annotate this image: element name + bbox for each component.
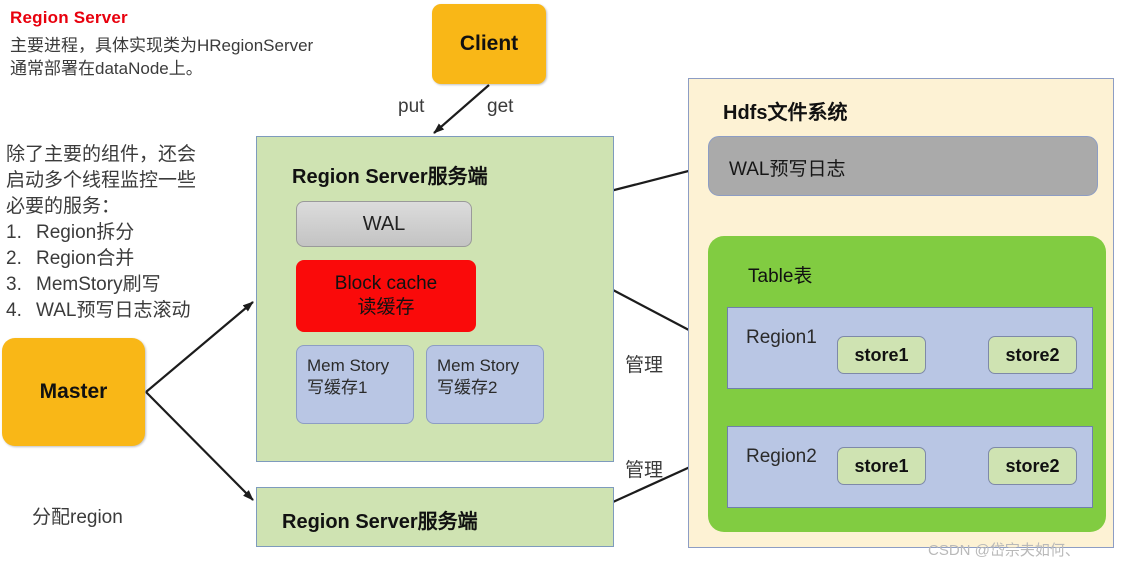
wal-node[interactable]: WAL <box>296 201 472 247</box>
services-list: 1. Region拆分 2. Region合并 3. MemStory刷写 4. WAL… <box>6 220 190 324</box>
region-label-2: Region2 <box>746 446 817 467</box>
hdfs-wal-log-label: WAL预写日志 <box>729 159 846 180</box>
edge-label-manage-2: 管理 <box>625 460 664 481</box>
block-cache-label-en: Block cache <box>334 273 438 294</box>
client-label: Client <box>459 32 519 55</box>
edge-label-manage-1: 管理 <box>625 355 664 376</box>
edge-label-put: put <box>398 96 425 117</box>
note-title: Region Server <box>10 8 128 27</box>
list-item: 1. Region拆分 <box>6 220 190 246</box>
note-line-2: 通常部署在dataNode上。 <box>10 59 203 78</box>
list-item-label: MemStory刷写 <box>36 274 161 295</box>
list-item: 3. MemStory刷写 <box>6 272 190 298</box>
store-label: store1 <box>854 455 909 476</box>
services-intro-line: 除了主要的组件，还会 <box>6 144 197 165</box>
list-item: 4. WAL预写日志滚动 <box>6 298 190 324</box>
services-intro-line: 启动多个线程监控一些 <box>6 170 197 191</box>
store-node-2-1[interactable]: store1 <box>837 447 926 485</box>
note-line-1: 主要进程，具体实现类为HRegionServer <box>10 36 314 55</box>
list-item-label: WAL预写日志滚动 <box>36 300 191 321</box>
master-node[interactable]: Master <box>2 338 145 446</box>
wal-label: WAL <box>362 212 406 235</box>
mem-store-label-zh: 写缓存1 <box>307 378 368 397</box>
list-item-number: 1. <box>6 222 22 243</box>
services-intro-line: 必要的服务： <box>6 196 121 217</box>
hdfs-table-title: Table表 <box>748 266 813 287</box>
list-item: 2. Region合并 <box>6 246 190 272</box>
mem-store-label-zh: 写缓存2 <box>437 378 498 397</box>
mem-store-node-1[interactable]: Mem Story 写缓存1 <box>296 345 414 424</box>
store-label: store2 <box>1005 455 1060 476</box>
mem-store-label-en: Mem Story <box>437 356 520 375</box>
store-node-1-1[interactable]: store1 <box>837 336 926 374</box>
hdfs-title: Hdfs文件系统 <box>723 102 848 124</box>
diagram-canvas: Region Server 主要进程，具体实现类为HRegionServer 通… <box>0 0 1122 570</box>
edge-master-to-regionserver-second <box>145 391 254 501</box>
list-item-label: Region合并 <box>36 248 135 269</box>
edge-client-to-regionserver <box>433 84 490 134</box>
watermark: CSDN @岱宗夫如何、 <box>928 542 1080 559</box>
mem-store-node-2[interactable]: Mem Story 写缓存2 <box>426 345 544 424</box>
block-cache-node[interactable]: Block cache 读缓存 <box>296 260 476 332</box>
region-label-1: Region1 <box>746 327 817 348</box>
edge-label-assign-region: 分配region <box>32 507 123 528</box>
services-intro: 除了主要的组件，还会 启动多个线程监控一些 必要的服务： <box>6 142 196 220</box>
mem-store-label-en: Mem Story <box>307 356 390 375</box>
edge-label-get: get <box>487 96 514 117</box>
client-node[interactable]: Client <box>432 4 546 84</box>
block-cache-label-zh: 读缓存 <box>357 297 415 318</box>
store-node-1-2[interactable]: store2 <box>988 336 1077 374</box>
region-server-second-title: Region Server服务端 <box>282 511 478 533</box>
master-label: Master <box>39 380 108 403</box>
list-item-number: 2. <box>6 248 22 269</box>
store-node-2-2[interactable]: store2 <box>988 447 1077 485</box>
list-item-label: Region拆分 <box>36 222 135 243</box>
store-label: store2 <box>1005 344 1060 365</box>
list-item-number: 3. <box>6 274 22 295</box>
list-item-number: 4. <box>6 300 22 321</box>
hdfs-wal-log-node[interactable]: WAL预写日志 <box>708 136 1098 196</box>
region-server-main-title: Region Server服务端 <box>292 166 488 188</box>
store-label: store1 <box>854 344 909 365</box>
